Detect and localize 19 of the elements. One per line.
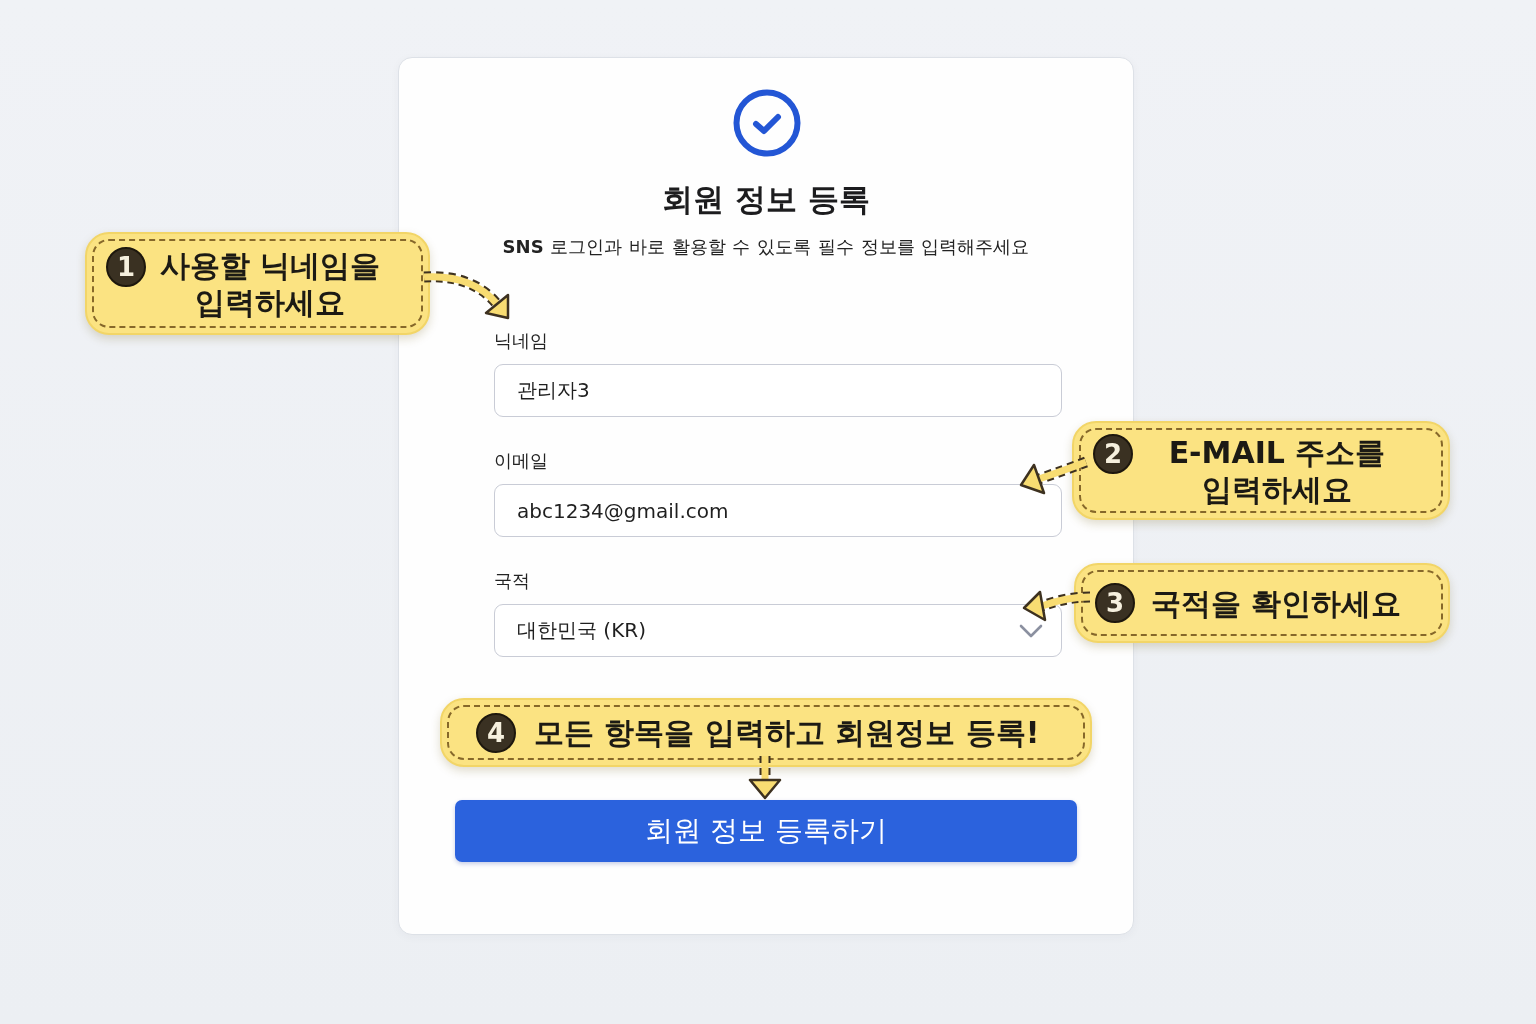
form-title: 회원 정보 등록 — [661, 180, 871, 219]
field-label: 국적 — [494, 570, 531, 592]
step-number: 3 — [1095, 583, 1135, 623]
step-number: 2 — [1093, 434, 1133, 474]
callout-text: E-MAIL 주소를 입력하세요 — [1167, 434, 1387, 508]
submit-button[interactable]: 회원 정보 등록하기 — [455, 800, 1077, 862]
form-subtitle: SNS 로그인과 바로 활용할 수 있도록 필수 정보를 입력해주세요 — [501, 235, 1031, 259]
check-circle-icon — [733, 89, 801, 157]
input-field[interactable]: abc1234@gmail.com — [494, 484, 1062, 537]
input-field[interactable]: 관리자3 — [494, 364, 1062, 417]
field-label: 이메일 — [494, 450, 549, 472]
chevron-down-icon — [1019, 623, 1043, 638]
field-label: 닉네임 — [494, 330, 549, 352]
callout-text: 국적을 확인하세요 — [1149, 584, 1403, 622]
callout-text: 사용할 닉네임을 입력하세요 — [158, 247, 382, 321]
step-number: 1 — [106, 247, 146, 287]
select-field[interactable]: 대한민국 (KR) — [494, 604, 1062, 657]
step-number: 4 — [476, 712, 516, 753]
callout-text: 모든 항목을 입력하고 회원정보 등록! — [534, 714, 1041, 751]
